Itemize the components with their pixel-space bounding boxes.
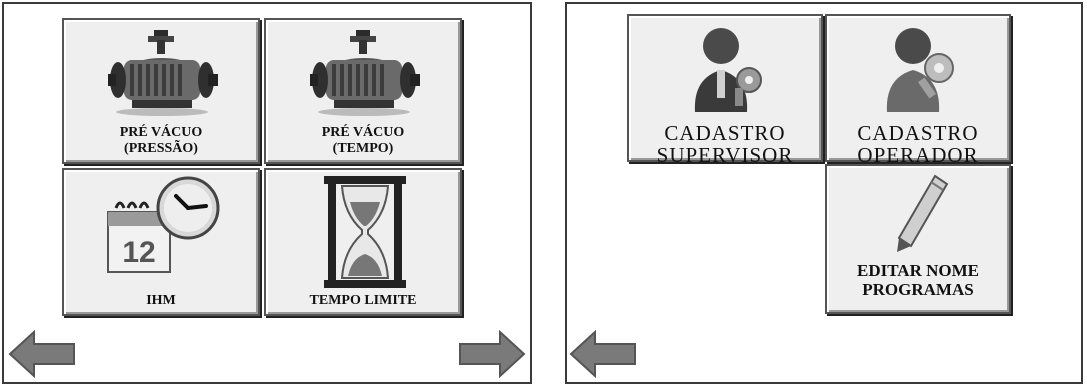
calendar-number: 12	[122, 236, 155, 269]
cadastro-supervisor-button[interactable]: CADASTRO SUPERVISOR	[627, 14, 823, 166]
ihm-button[interactable]: 12 IHM	[62, 168, 260, 316]
tile-label-line2: PROGRAMAS	[862, 280, 974, 299]
pre-vacuo-pressao-button[interactable]: PRÉ VÁCUO (PRESSÃO)	[62, 18, 260, 164]
pencil-icon	[897, 174, 949, 252]
tile-label-line1: PRÉ VÁCUO	[119, 125, 203, 140]
cadastro-operador-button[interactable]: CADASTRO OPERADOR	[825, 14, 1011, 166]
user-key-icon	[694, 28, 762, 112]
tile-label-line1: EDITAR NOME	[857, 261, 979, 280]
editar-nome-programas-button[interactable]: EDITAR NOME PROGRAMAS	[825, 164, 1011, 314]
tile-label-line1: TEMPO LIMITE	[309, 293, 417, 308]
tile-label-line2: (PRESSÃO)	[124, 141, 198, 156]
tempo-limite-button[interactable]: TEMPO LIMITE	[264, 168, 462, 316]
hourglass-icon	[324, 176, 406, 288]
pre-vacuo-tempo-button[interactable]: PRÉ VÁCUO (TEMPO)	[264, 18, 462, 164]
tile-label-line1: IHM	[146, 293, 176, 308]
left-screen-panel: PRÉ VÁCUO (PRESSÃO) PRÉ VÁCUO (TEMPO) 12…	[2, 2, 532, 384]
tile-label-line1: CADASTRO	[857, 121, 979, 145]
tile-label-line1: PRÉ VÁCUO	[321, 125, 405, 140]
tile-label-line1: CADASTRO	[664, 121, 786, 145]
vacuum-pump-icon	[310, 30, 420, 116]
tile-label-line2: (TEMPO)	[332, 141, 394, 156]
arrow-left-icon[interactable]	[569, 330, 639, 378]
user-key-icon	[886, 28, 954, 112]
tile-label-line2: SUPERVISOR	[656, 143, 794, 167]
tile-label-line2: OPERADOR	[857, 143, 979, 167]
vacuum-pump-icon	[108, 30, 218, 116]
arrow-right-icon[interactable]	[456, 330, 526, 378]
calendar-clock-icon: 12	[107, 176, 220, 273]
right-screen-panel: CADASTRO SUPERVISOR CADASTRO OPERADOR ED…	[565, 2, 1083, 384]
arrow-left-icon[interactable]	[8, 330, 78, 378]
